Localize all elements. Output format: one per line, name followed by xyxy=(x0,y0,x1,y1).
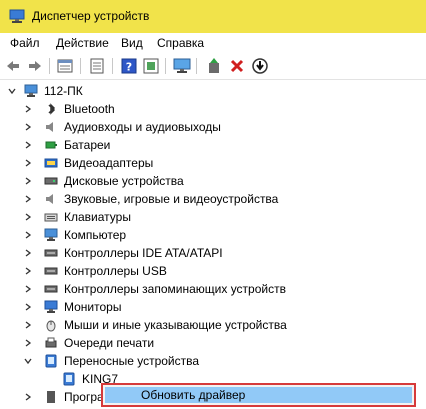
toolbar-separator xyxy=(112,58,113,74)
chevron-right-icon[interactable] xyxy=(24,195,32,203)
tree-category-label: Контроллеры запоминающих устройств xyxy=(64,282,286,296)
portable-device-icon xyxy=(63,372,75,386)
tree-category[interactable]: Мониторы xyxy=(0,298,426,316)
chevron-right-icon[interactable] xyxy=(24,231,32,239)
update-driver-icon[interactable] xyxy=(205,57,223,75)
tree-category[interactable]: Видеоадаптеры xyxy=(0,154,426,172)
chevron-right-icon[interactable] xyxy=(24,285,32,293)
view-icon[interactable] xyxy=(142,57,160,75)
tree-category-label: Видеоадаптеры xyxy=(64,156,154,170)
tree-category[interactable]: Аудиовходы и аудиовыходы xyxy=(0,118,426,136)
toolbar-separator xyxy=(165,58,166,74)
toolbar-separator xyxy=(196,58,197,74)
tree-category[interactable]: Звуковые, игровые и видеоустройства xyxy=(0,190,426,208)
tree-category-label: Контроллеры USB xyxy=(64,264,167,278)
mouse-icon xyxy=(46,320,56,332)
tree-category-label: Програ xyxy=(64,390,104,404)
update-driver-menu-item[interactable]: Обновить драйвер xyxy=(105,387,412,403)
chevron-right-icon[interactable] xyxy=(24,249,32,257)
svg-text:?: ? xyxy=(126,61,132,74)
tree-category[interactable]: Мыши и иные указывающие устройства xyxy=(0,316,426,334)
tree-category-label: Дисковые устройства xyxy=(64,174,184,188)
chevron-right-icon[interactable] xyxy=(24,123,32,131)
tree-category[interactable]: Батареи xyxy=(0,136,426,154)
chevron-right-icon[interactable] xyxy=(24,159,32,167)
chevron-right-icon[interactable] xyxy=(24,393,32,401)
properties-icon[interactable] xyxy=(56,57,74,75)
monitor-icon xyxy=(44,300,58,313)
chevron-right-icon[interactable] xyxy=(24,177,32,185)
chevron-right-icon[interactable] xyxy=(24,267,32,275)
ide-controller-icon xyxy=(44,249,58,257)
keyboard-icon xyxy=(44,213,58,222)
device-category-icon xyxy=(47,391,55,403)
disk-drive-icon xyxy=(44,177,58,185)
audio-icon xyxy=(46,122,53,132)
window-title: Диспетчер устройств xyxy=(32,9,150,23)
help-icon[interactable]: ? xyxy=(120,57,138,75)
storage-controller-icon xyxy=(44,285,58,293)
tree-category[interactable]: Bluetooth xyxy=(0,100,426,118)
tree-root-label: 112-ПК xyxy=(44,84,83,98)
chevron-right-icon[interactable] xyxy=(24,213,32,221)
forward-icon[interactable] xyxy=(26,57,44,75)
back-icon[interactable] xyxy=(4,57,22,75)
tree-category-label: Очереди печати xyxy=(64,336,155,350)
toolbar-separator xyxy=(80,58,81,74)
device-tree: 112-ПК Bluetooth Аудиовходы и аудиовыходы… xyxy=(0,80,426,409)
list-icon[interactable] xyxy=(88,57,106,75)
tree-category-label: Контроллеры IDE ATA/ATAPI xyxy=(64,246,223,260)
tree-category[interactable]: Очереди печати xyxy=(0,334,426,352)
chevron-down-icon[interactable] xyxy=(8,87,16,95)
computer-icon xyxy=(24,84,38,97)
menu-file[interactable]: Файл xyxy=(10,36,40,50)
toolbar: ? xyxy=(0,53,426,80)
computer-icon xyxy=(44,228,58,241)
usb-controller-icon xyxy=(44,267,58,275)
print-queue-icon xyxy=(45,337,57,348)
tree-category-label: Батареи xyxy=(64,138,111,152)
bluetooth-icon xyxy=(48,103,56,115)
menu-action[interactable]: Действие xyxy=(56,36,109,50)
tree-category-label: Bluetooth xyxy=(64,102,115,116)
chevron-right-icon[interactable] xyxy=(24,321,32,329)
tree-category[interactable]: Переносные устройства xyxy=(0,352,426,370)
battery-icon xyxy=(45,141,57,149)
tree-category[interactable]: Контроллеры запоминающих устройств xyxy=(0,280,426,298)
sound-icon xyxy=(46,194,53,204)
download-icon[interactable] xyxy=(251,57,269,75)
display-adapter-icon xyxy=(44,158,58,168)
chevron-right-icon[interactable] xyxy=(24,303,32,311)
tree-category-label: Клавиатуры xyxy=(64,210,131,224)
tree-category[interactable]: Дисковые устройства xyxy=(0,172,426,190)
menu-help[interactable]: Справка xyxy=(157,36,204,50)
tree-root[interactable]: 112-ПК xyxy=(0,82,426,100)
tree-category-label: Переносные устройства xyxy=(64,354,200,368)
device-manager-icon xyxy=(9,9,25,23)
monitor-icon[interactable] xyxy=(173,57,191,75)
tree-category[interactable]: Контроллеры IDE ATA/ATAPI xyxy=(0,244,426,262)
chevron-right-icon[interactable] xyxy=(24,339,32,347)
update-driver-label: Обновить драйвер xyxy=(141,388,246,402)
remove-icon[interactable] xyxy=(228,57,246,75)
tree-category-label: Аудиовходы и аудиовыходы xyxy=(64,120,221,134)
tree-category-label: Мониторы xyxy=(64,300,122,314)
chevron-right-icon[interactable] xyxy=(24,141,32,149)
portable-device-icon xyxy=(45,354,57,368)
menu-view[interactable]: Вид xyxy=(121,36,143,50)
tree-category-label: Звуковые, игровые и видеоустройства xyxy=(64,192,279,206)
tree-category[interactable]: Клавиатуры xyxy=(0,208,426,226)
tree-category-label: Мыши и иные указывающие устройства xyxy=(64,318,287,332)
toolbar-separator xyxy=(49,58,50,74)
chevron-down-icon[interactable] xyxy=(24,357,32,365)
tree-category-label: Компьютер xyxy=(64,228,127,242)
tree-category[interactable]: Компьютер xyxy=(0,226,426,244)
menu-bar: Файл Действие Вид Справка xyxy=(0,33,426,53)
chevron-right-icon[interactable] xyxy=(24,105,32,113)
title-bar: Диспетчер устройств xyxy=(0,0,426,33)
context-menu: Обновить драйвер xyxy=(101,383,416,407)
tree-category[interactable]: Контроллеры USB xyxy=(0,262,426,280)
